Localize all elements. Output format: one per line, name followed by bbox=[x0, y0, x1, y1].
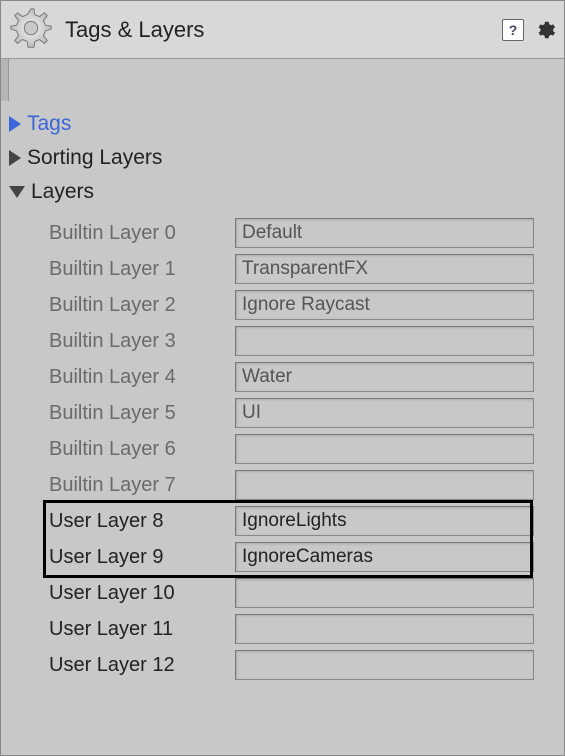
layer-label: Builtin Layer 5 bbox=[49, 402, 227, 425]
layer-row: Builtin Layer 5 UI bbox=[49, 395, 534, 431]
layer-row: User Layer 12 bbox=[49, 647, 534, 683]
foldout-layers-label: Layers bbox=[31, 180, 94, 204]
layer-row: Builtin Layer 3 bbox=[49, 323, 534, 359]
layer-label: User Layer 12 bbox=[49, 654, 227, 677]
expand-arrow-icon bbox=[9, 116, 21, 132]
layer-name-field bbox=[235, 434, 534, 464]
settings-gear-icon[interactable] bbox=[534, 19, 556, 41]
layer-name-field[interactable]: IgnoreLights bbox=[235, 506, 534, 536]
collapse-arrow-icon bbox=[9, 186, 25, 198]
layer-name-field[interactable] bbox=[235, 578, 534, 608]
panel-body: Tags Sorting Layers Layers Builtin Layer… bbox=[1, 59, 564, 683]
layer-label: Builtin Layer 0 bbox=[49, 222, 227, 245]
layer-name-field[interactable] bbox=[235, 614, 534, 644]
layer-label: Builtin Layer 3 bbox=[49, 330, 227, 353]
layer-row: Builtin Layer 7 bbox=[49, 467, 534, 503]
layer-name-field[interactable]: IgnoreCameras bbox=[235, 542, 534, 572]
layer-row: User Layer 9 IgnoreCameras bbox=[49, 539, 534, 575]
layer-row: Builtin Layer 2 Ignore Raycast bbox=[49, 287, 534, 323]
layer-row: Builtin Layer 1 TransparentFX bbox=[49, 251, 534, 287]
layer-label: User Layer 11 bbox=[49, 618, 227, 641]
expand-arrow-icon bbox=[9, 150, 21, 166]
header-actions: ? bbox=[502, 19, 556, 41]
foldout-tags-label: Tags bbox=[27, 112, 71, 136]
drag-handle[interactable] bbox=[1, 59, 9, 101]
layer-row: User Layer 11 bbox=[49, 611, 534, 647]
layer-name-field: UI bbox=[235, 398, 534, 428]
tags-and-layers-panel: Tags & Layers ? Tags Sorting Layers Laye… bbox=[0, 0, 565, 756]
help-icon[interactable]: ? bbox=[502, 19, 524, 41]
layer-label: User Layer 10 bbox=[49, 582, 227, 605]
panel-title: Tags & Layers bbox=[65, 17, 502, 43]
layer-name-field bbox=[235, 470, 534, 500]
foldout-layers[interactable]: Layers bbox=[1, 175, 564, 209]
layer-row: User Layer 8 IgnoreLights bbox=[49, 503, 534, 539]
component-gear-icon bbox=[7, 6, 55, 54]
layer-name-field: Ignore Raycast bbox=[235, 290, 534, 320]
layer-row: Builtin Layer 4 Water bbox=[49, 359, 534, 395]
layer-label: Builtin Layer 2 bbox=[49, 294, 227, 317]
layer-name-field: Default bbox=[235, 218, 534, 248]
layer-label: User Layer 9 bbox=[49, 546, 227, 569]
layer-label: User Layer 8 bbox=[49, 510, 227, 533]
layer-name-field: Water bbox=[235, 362, 534, 392]
layer-row: Builtin Layer 6 bbox=[49, 431, 534, 467]
layer-row: Builtin Layer 0 Default bbox=[49, 215, 534, 251]
panel-header: Tags & Layers ? bbox=[1, 1, 564, 59]
layer-row: User Layer 10 bbox=[49, 575, 534, 611]
layer-label: Builtin Layer 7 bbox=[49, 474, 227, 497]
foldout-tags[interactable]: Tags bbox=[1, 107, 564, 141]
layer-label: Builtin Layer 1 bbox=[49, 258, 227, 281]
layer-label: Builtin Layer 4 bbox=[49, 366, 227, 389]
layer-label: Builtin Layer 6 bbox=[49, 438, 227, 461]
layers-list: Builtin Layer 0 Default Builtin Layer 1 Tra… bbox=[1, 209, 564, 683]
layer-name-field[interactable] bbox=[235, 650, 534, 680]
foldout-sorting-layers[interactable]: Sorting Layers bbox=[1, 141, 564, 175]
layer-name-field: TransparentFX bbox=[235, 254, 534, 284]
layer-name-field bbox=[235, 326, 534, 356]
foldout-sorting-layers-label: Sorting Layers bbox=[27, 146, 162, 170]
